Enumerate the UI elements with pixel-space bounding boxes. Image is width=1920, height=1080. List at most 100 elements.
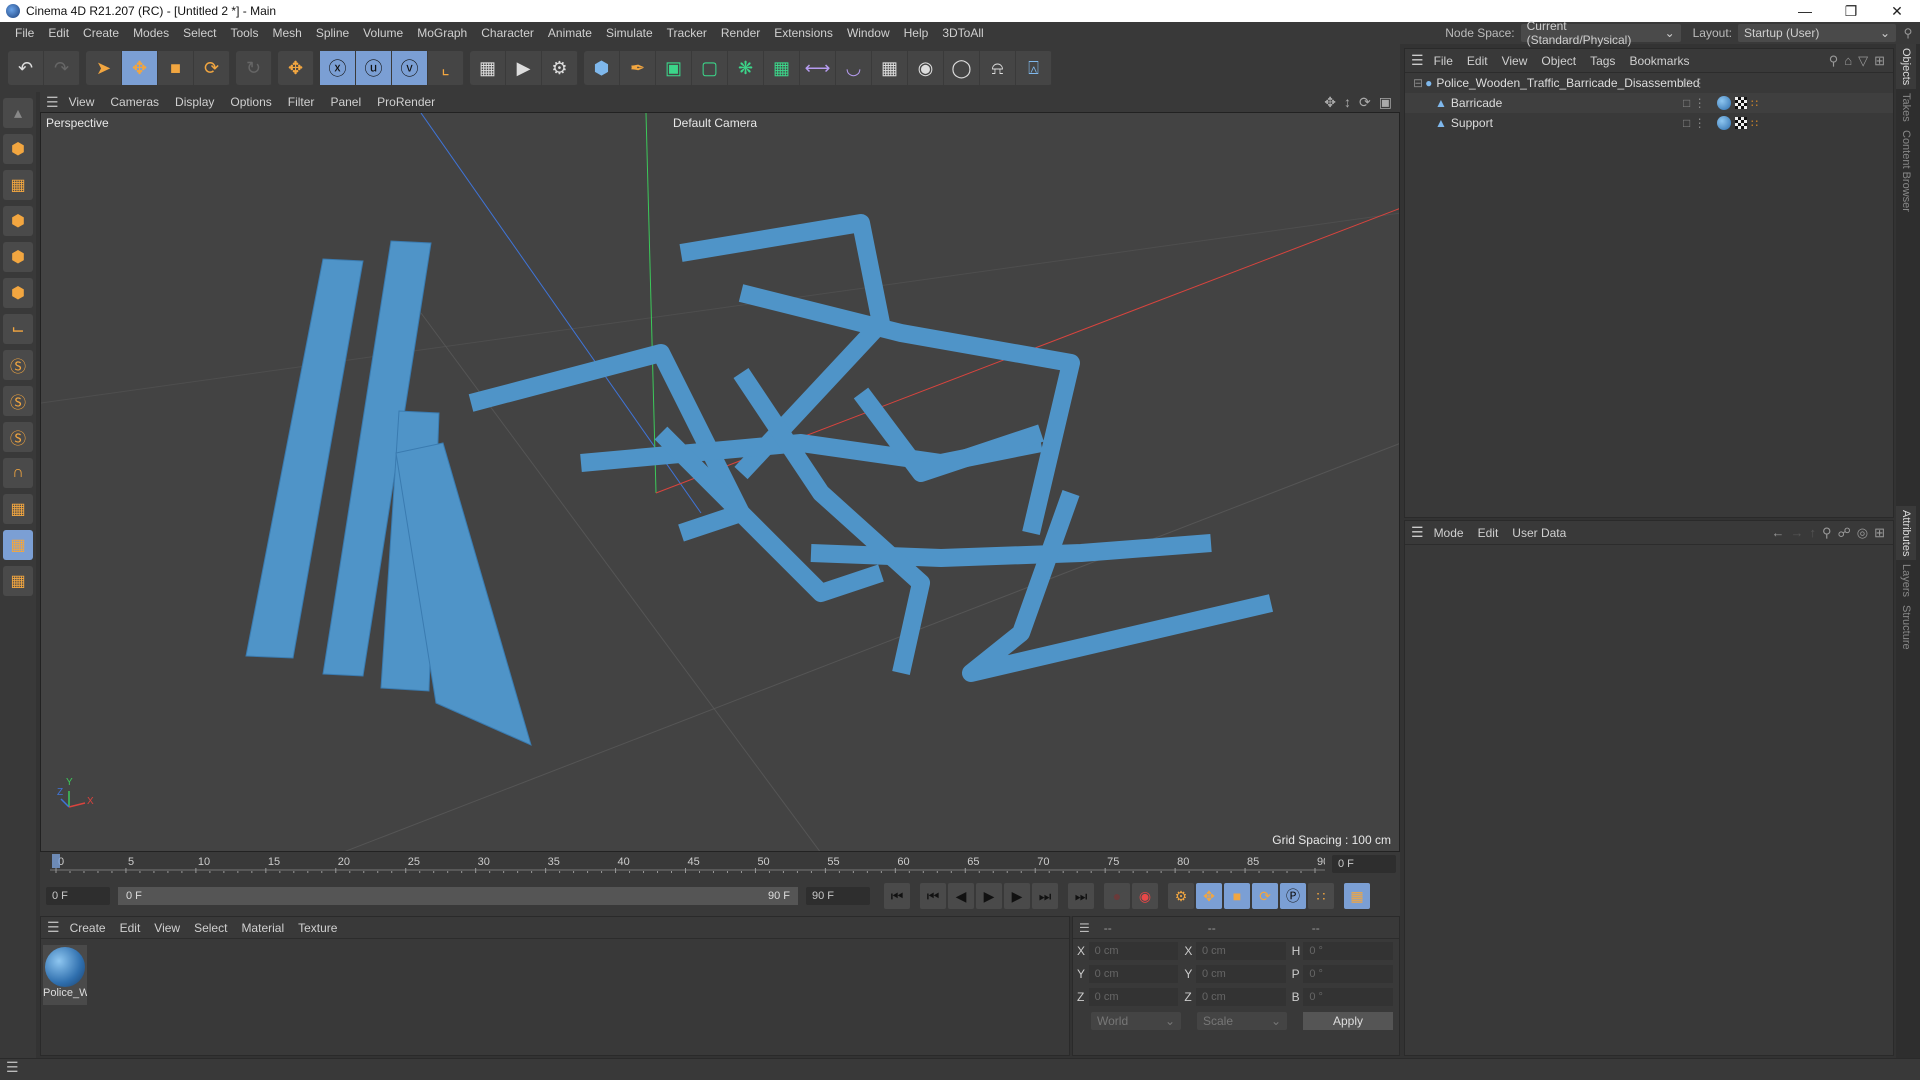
undo-icon[interactable]: ↶ xyxy=(8,51,44,85)
z-axis-icon[interactable]: ⓥ xyxy=(392,51,428,85)
subdivision-icon[interactable]: ▣ xyxy=(656,51,692,85)
render-settings-icon[interactable]: ⚙ xyxy=(542,51,578,85)
menu-animate[interactable]: Animate xyxy=(541,26,599,40)
back-arrow-icon[interactable]: ← xyxy=(1772,525,1785,541)
size-x-field[interactable]: 0 cm xyxy=(1196,942,1286,960)
material-menu-select[interactable]: Select xyxy=(194,921,227,935)
axis-mode-icon[interactable]: ⌙ xyxy=(3,314,33,344)
rotation-b-field[interactable]: 0 ° xyxy=(1303,988,1393,1006)
keyframe-selection-icon[interactable]: ⚙ xyxy=(1168,883,1194,909)
menu-spline[interactable]: Spline xyxy=(309,26,356,40)
end-frame-field[interactable]: 90 F xyxy=(806,887,870,905)
close-icon[interactable]: ✕ xyxy=(1874,0,1920,22)
attribute-menu-user-data[interactable]: User Data xyxy=(1512,526,1566,540)
go-to-end-icon[interactable]: ⏭ xyxy=(1068,883,1094,909)
search-icon[interactable]: ⚲ xyxy=(1829,53,1839,69)
material-menu-create[interactable]: Create xyxy=(70,921,106,935)
menu-simulate[interactable]: Simulate xyxy=(599,26,660,40)
snap-settings-icon[interactable]: Ⓢ xyxy=(3,386,33,416)
object-menu-file[interactable]: File xyxy=(1434,54,1453,68)
camera-icon[interactable]: ◉ xyxy=(908,51,944,85)
viewport-menu-prorender[interactable]: ProRender xyxy=(377,95,435,109)
y-axis-icon[interactable]: ⓤ xyxy=(356,51,392,85)
viewport-menu-options[interactable]: Options xyxy=(230,95,271,109)
menu-mesh[interactable]: Mesh xyxy=(265,26,308,40)
coordinate-system-icon[interactable]: ⌞ xyxy=(428,51,464,85)
scale-key-icon[interactable]: ■ xyxy=(1224,883,1250,909)
array-icon[interactable]: ▦ xyxy=(764,51,800,85)
x-axis-icon[interactable]: ⓧ xyxy=(320,51,356,85)
hamburger-icon[interactable]: ☰ xyxy=(1079,921,1090,935)
menu-select[interactable]: Select xyxy=(176,26,223,40)
pan-icon[interactable]: ✥ xyxy=(1324,94,1336,111)
material-menu-texture[interactable]: Texture xyxy=(298,921,337,935)
render-picture-viewer-icon[interactable]: ▶ xyxy=(506,51,542,85)
hamburger-icon[interactable]: ☰ xyxy=(47,919,60,936)
object-name[interactable]: Support xyxy=(1451,116,1493,130)
object-row[interactable]: ⊟ ● Police_Wooden_Traffic_Barricade_Disa… xyxy=(1405,73,1893,93)
object-name[interactable]: Police_Wooden_Traffic_Barricade_Disassem… xyxy=(1436,76,1699,90)
next-frame-icon[interactable]: ▶ xyxy=(1004,883,1030,909)
menu-modes[interactable]: Modes xyxy=(126,26,176,40)
viewport-menu-panel[interactable]: Panel xyxy=(330,95,361,109)
menu-tracker[interactable]: Tracker xyxy=(660,26,714,40)
visibility-flags[interactable]: □ ⋮ xyxy=(1683,116,1706,130)
polygons-mode-icon[interactable]: ⬢ xyxy=(3,278,33,308)
apply-button[interactable]: Apply xyxy=(1303,1012,1393,1030)
node-space-dropdown[interactable]: Current (Standard/Physical) ⌄ xyxy=(1520,19,1681,47)
light-icon[interactable]: ◯ xyxy=(944,51,980,85)
hamburger-icon[interactable]: ☰ xyxy=(1411,52,1424,69)
python-icon[interactable]: ⍓ xyxy=(1016,51,1052,85)
forward-arrow-icon[interactable]: → xyxy=(1791,525,1804,541)
menu-character[interactable]: Character xyxy=(474,26,541,40)
material-menu-view[interactable]: View xyxy=(154,921,180,935)
visibility-flags[interactable]: □ ⋮ xyxy=(1683,96,1706,110)
object-menu-view[interactable]: View xyxy=(1502,54,1528,68)
preview-range-slider[interactable]: 0 F 90 F xyxy=(118,887,798,905)
up-arrow-icon[interactable]: ↑ xyxy=(1810,525,1817,541)
3d-viewport[interactable]: Perspective Default Camera Y X Z Grid Sp… xyxy=(40,112,1400,852)
texture-tag-icon[interactable] xyxy=(1735,117,1747,129)
start-frame-field[interactable]: 0 F xyxy=(46,887,110,905)
material-swatch[interactable]: Police_W xyxy=(43,945,87,1005)
texture-mode-icon[interactable]: ▦ xyxy=(3,170,33,200)
position-key-icon[interactable]: ✥ xyxy=(1196,883,1222,909)
deformer-icon[interactable]: ⟷ xyxy=(800,51,836,85)
coordinate-space-dropdown[interactable]: World ⌄ xyxy=(1091,1012,1181,1030)
viewport-menu-view[interactable]: View xyxy=(69,95,95,109)
snap-icon[interactable]: Ⓢ xyxy=(3,350,33,380)
menu-render[interactable]: Render xyxy=(714,26,767,40)
object-row[interactable]: ▲ Barricade □ ⋮ ∷ xyxy=(1405,93,1893,113)
current-frame-field[interactable]: 0 F xyxy=(1332,855,1396,873)
dolly-icon[interactable]: ↕ xyxy=(1344,94,1351,111)
position-z-field[interactable]: 0 cm xyxy=(1088,988,1179,1006)
cube-icon[interactable]: ⬢ xyxy=(584,51,620,85)
menu-edit[interactable]: Edit xyxy=(41,26,76,40)
material-tag-icon[interactable] xyxy=(1717,116,1731,130)
layout-dropdown[interactable]: Startup (User) ⌄ xyxy=(1738,24,1896,42)
point-level-icon[interactable]: ∷ xyxy=(1308,883,1334,909)
restore-icon[interactable]: ❐ xyxy=(1828,0,1874,22)
next-key-icon[interactable]: ⏭ xyxy=(1032,883,1058,909)
points-mode-icon[interactable]: ⬢ xyxy=(3,206,33,236)
rotation-key-icon[interactable]: ⟳ xyxy=(1252,883,1278,909)
menu-file[interactable]: File xyxy=(8,26,41,40)
extrude-icon[interactable]: ▢ xyxy=(692,51,728,85)
grid-icon[interactable]: ▦ xyxy=(3,494,33,524)
autokey-icon[interactable]: ◉ xyxy=(1132,883,1158,909)
search-icon[interactable]: ⚲ xyxy=(1896,26,1920,40)
material-menu-edit[interactable]: Edit xyxy=(120,921,141,935)
menu-extensions[interactable]: Extensions xyxy=(767,26,840,40)
hamburger-icon[interactable]: ☰ xyxy=(1411,524,1424,541)
viewport-menu-cameras[interactable]: Cameras xyxy=(110,95,159,109)
make-editable-icon[interactable]: ▴ xyxy=(3,98,33,128)
previous-frame-icon[interactable]: ◀ xyxy=(948,883,974,909)
viewport-menu-display[interactable]: Display xyxy=(175,95,214,109)
model-mode-icon[interactable]: ⬢ xyxy=(3,134,33,164)
object-menu-object[interactable]: Object xyxy=(1541,54,1576,68)
3dtoall-icon[interactable]: ⍾ xyxy=(980,51,1016,85)
pen-icon[interactable]: ✒ xyxy=(620,51,656,85)
rotate-icon[interactable]: ⟳ xyxy=(194,51,230,85)
timeline-icon[interactable]: ▦ xyxy=(1344,883,1370,909)
material-tag-icon[interactable] xyxy=(1717,96,1731,110)
